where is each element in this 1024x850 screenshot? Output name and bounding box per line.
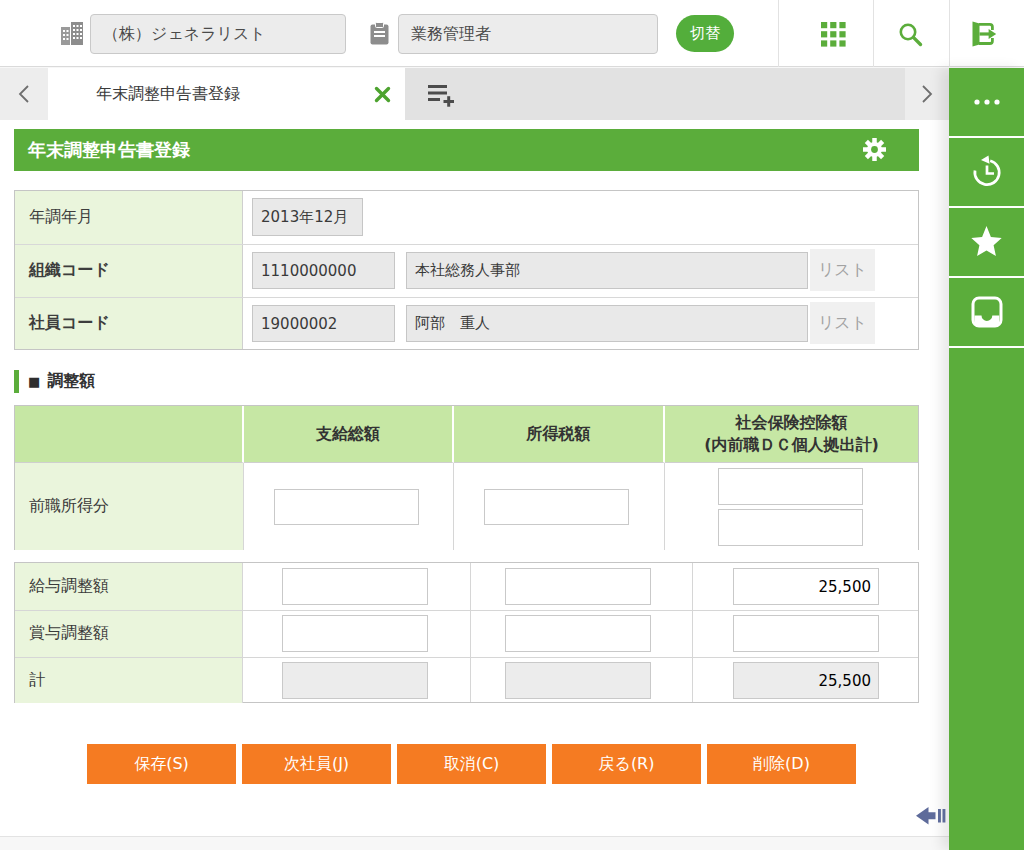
page-title: 年末調整申告書登録 (28, 138, 190, 162)
tab-scroll-left-button[interactable] (0, 68, 48, 120)
notes-button[interactable] (949, 278, 1024, 346)
tab-active[interactable]: 年末調整申告書登録 (48, 68, 405, 120)
main-content: 年末調整申告書登録 年調年月 組織コード 社員コード (0, 120, 949, 837)
next-employee-button[interactable]: 次社員(J) (242, 744, 391, 784)
role-clipboard-icon (370, 22, 389, 49)
tab-scroll-right-button[interactable] (905, 68, 949, 120)
col-header-line2: (内前職ＤＣ個人拠出計) (704, 434, 879, 456)
back-button[interactable]: 戻る(R) (552, 744, 701, 784)
more-menu-button[interactable] (949, 68, 1024, 136)
bonus-social-input[interactable] (733, 615, 879, 652)
section-title: 調整額 (47, 371, 95, 392)
col-divider (692, 563, 693, 702)
app-window: 切替 (0, 0, 1024, 850)
switch-button[interactable]: 切替 (676, 15, 734, 52)
company-building-icon (61, 22, 83, 49)
bonus-payment-input[interactable] (282, 615, 428, 652)
col-header-payment-total: 支給総額 (244, 406, 454, 463)
company-input[interactable] (91, 15, 345, 53)
section-header: ■ 調整額 (14, 370, 95, 393)
action-buttons: 保存(S) 次社員(J) 取消(C) 戻る(R) 削除(D) (0, 744, 949, 784)
settings-gear-icon[interactable] (863, 138, 886, 165)
prev-social-input[interactable] (718, 468, 863, 505)
prev-social-dc-input[interactable] (718, 509, 863, 546)
section-marker: ■ (28, 374, 40, 389)
role-field (398, 14, 658, 54)
tab-label: 年末調整申告書登録 (96, 84, 240, 105)
col-header-social-insurance: 社会保険控除額 (内前職ＤＣ個人拠出計) (665, 406, 918, 463)
col-divider (470, 563, 471, 702)
row-divider (15, 657, 918, 658)
salary-tax-input[interactable] (505, 568, 651, 605)
total-social-input (733, 662, 879, 699)
row-label-org-code: 組織コード (15, 244, 243, 297)
tab-bar: 年末調整申告書登録 (0, 68, 949, 120)
history-button[interactable] (949, 138, 1024, 206)
search-icon[interactable] (897, 21, 924, 52)
org-code-input[interactable] (252, 252, 395, 289)
col-header-line1: 社会保険控除額 (736, 412, 848, 434)
org-list-button[interactable]: リスト (810, 249, 875, 291)
row-label-bonus-adjust: 賞与調整額 (15, 610, 243, 657)
org-name-input[interactable] (406, 252, 808, 289)
prev-payment-input[interactable] (274, 489, 419, 525)
employee-code-input[interactable] (252, 305, 395, 342)
logout-icon[interactable] (968, 19, 999, 53)
tab-close-icon[interactable] (374, 86, 391, 107)
apps-grid-icon[interactable] (821, 22, 846, 51)
total-payment-input (282, 662, 428, 699)
col-header-empty (15, 406, 244, 463)
right-sidebar (949, 68, 1024, 850)
row-label-salary-adjust: 給与調整額 (15, 563, 243, 610)
header-divider (949, 0, 950, 67)
role-input[interactable] (399, 15, 657, 53)
row-divider (15, 297, 918, 298)
row-label-total: 計 (15, 657, 243, 703)
year-month-input[interactable] (252, 198, 363, 236)
col-header-income-tax: 所得税額 (454, 406, 665, 463)
row-label-employee-code: 社員コード (15, 297, 243, 349)
company-field (90, 14, 346, 54)
section-accent-bar (14, 370, 19, 393)
favorites-button[interactable] (949, 208, 1024, 276)
employee-info-table: 年調年月 組織コード 社員コード リスト リスト (14, 190, 919, 350)
sidebar-divider (949, 346, 1024, 348)
employee-list-button[interactable]: リスト (810, 302, 875, 344)
new-tab-button[interactable] (428, 83, 456, 111)
previous-income-table: 支給総額 所得税額 社会保険控除額 (内前職ＤＣ個人拠出計) 前職所得分 (14, 405, 919, 550)
employee-name-input[interactable] (406, 305, 808, 342)
header-divider (778, 0, 779, 67)
row-divider (15, 610, 918, 611)
header-divider (873, 0, 874, 67)
delete-button[interactable]: 削除(D) (707, 744, 856, 784)
collapse-panel-icon[interactable] (916, 803, 946, 833)
salary-payment-input[interactable] (282, 568, 428, 605)
top-header: 切替 (0, 0, 1024, 67)
row-divider (15, 244, 918, 245)
bonus-tax-input[interactable] (505, 615, 651, 652)
row-label-prev-income: 前職所得分 (15, 463, 244, 550)
salary-social-input[interactable] (733, 568, 879, 605)
total-tax-input (505, 662, 651, 699)
save-button[interactable]: 保存(S) (87, 744, 236, 784)
page-title-bar: 年末調整申告書登録 (14, 129, 919, 171)
cancel-button[interactable]: 取消(C) (397, 744, 546, 784)
adjustment-amount-table: 給与調整額 賞与調整額 計 (14, 562, 919, 703)
prev-tax-input[interactable] (484, 489, 629, 525)
row-label-year-month: 年調年月 (15, 191, 243, 244)
